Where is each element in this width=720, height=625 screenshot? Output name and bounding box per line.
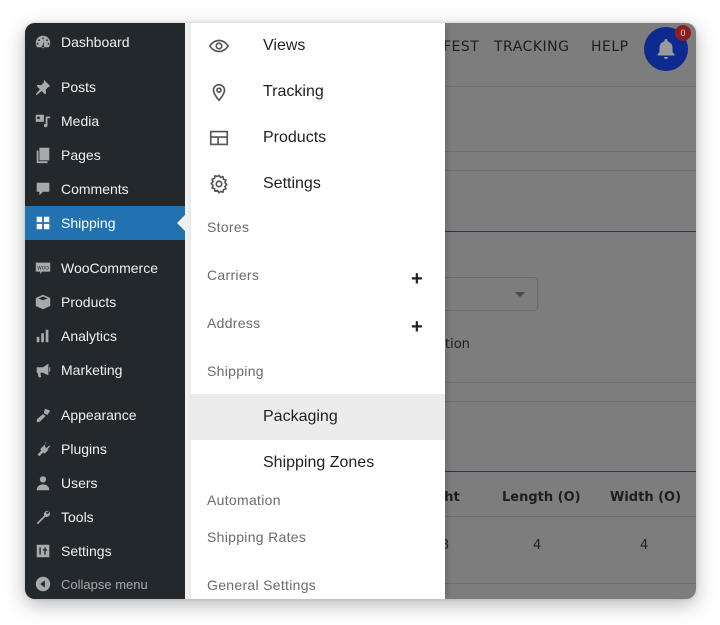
media-icon (33, 111, 53, 131)
notification-count-badge: 0 (675, 25, 691, 41)
woo-icon: WOO (33, 258, 53, 278)
subitem-packaging[interactable]: Packaging (191, 394, 445, 440)
sidebar-item-label: Dashboard (61, 34, 130, 50)
expand-address-plus-icon[interactable]: + (411, 316, 423, 339)
sidebar-item-comments[interactable]: Comments (25, 172, 185, 206)
megaphone-icon (33, 360, 53, 380)
sidebar-item-label: Pages (61, 147, 101, 163)
bell-icon (657, 39, 675, 59)
panel-item-settings[interactable]: Settings (191, 167, 445, 201)
panel-item-tracking[interactable]: Tracking (191, 75, 445, 109)
subitem-shipping-zones[interactable]: Shipping Zones (191, 440, 445, 486)
sidebar-item-media[interactable]: Media (25, 104, 185, 138)
section-shipping-rates[interactable]: Shipping Rates (207, 529, 306, 545)
option-label: tion (445, 337, 470, 352)
sidebar-item-analytics[interactable]: Analytics (25, 319, 185, 353)
sidebar-item-label: Shipping (61, 215, 116, 231)
sidebar-item-marketing[interactable]: Marketing (25, 353, 185, 387)
sidebar-item-woocommerce[interactable]: WOO WooCommerce (25, 251, 185, 285)
collapse-arrow-icon (33, 574, 53, 594)
sidebar-item-pages[interactable]: Pages (25, 138, 185, 172)
eye-icon (207, 34, 231, 58)
sidebar-item-label: Media (61, 113, 100, 129)
sidebar-item-label: Tools (61, 509, 94, 525)
sidebar-item-label: Products (61, 294, 117, 310)
location-pin-icon (207, 80, 231, 104)
column-header-width: Width (O) (610, 490, 682, 505)
panel-item-label: Views (263, 37, 306, 54)
sidebar-item-label: Marketing (61, 362, 123, 378)
sidebar-item-label: Comments (61, 181, 129, 197)
bar-chart-icon (33, 326, 53, 346)
collapse-menu-button[interactable]: Collapse menu (25, 567, 185, 599)
gear-icon (207, 172, 231, 196)
svg-text:WOO: WOO (37, 265, 49, 271)
user-icon (33, 473, 53, 493)
subitem-label: Packaging (263, 408, 338, 425)
section-stores[interactable]: Stores (207, 219, 249, 235)
column-header-length: Length (O) (502, 490, 581, 505)
collapse-menu-label: Collapse menu (61, 576, 148, 592)
sidebar-item-appearance[interactable]: Appearance (25, 398, 185, 432)
box-icon (33, 292, 53, 312)
panel-item-label: Tracking (263, 83, 324, 100)
section-automation[interactable]: Automation (207, 492, 281, 508)
sidebar-item-shipping[interactable]: Shipping (25, 206, 185, 240)
plug-icon (33, 439, 53, 459)
sliders-icon (33, 541, 53, 561)
panel-item-products[interactable]: Products (191, 121, 445, 155)
caret-down-icon (515, 292, 525, 297)
pages-icon (33, 145, 53, 165)
dashboard-icon (33, 32, 53, 52)
expand-carriers-plus-icon[interactable]: + (411, 268, 423, 291)
sidebar-item-plugins[interactable]: Plugins (25, 432, 185, 466)
sidebar-item-users[interactable]: Users (25, 466, 185, 500)
wrench-icon (33, 507, 53, 527)
nav-link-tracking[interactable]: TRACKING (494, 39, 569, 55)
sidebar-item-dashboard[interactable]: Dashboard (25, 25, 185, 59)
panel-item-views[interactable]: Views (191, 29, 445, 63)
sidebar-item-tools[interactable]: Tools (25, 500, 185, 534)
sidebar-item-label: Plugins (61, 441, 107, 457)
sidebar-item-products[interactable]: Products (25, 285, 185, 319)
table-cell-length: 4 (533, 538, 542, 553)
nav-link-help[interactable]: HELP (591, 39, 629, 55)
section-address[interactable]: Address (207, 315, 260, 331)
admin-sidebar: Dashboard Posts Media Pages Comments Shi… (25, 23, 185, 599)
sidebar-item-label: WooCommerce (61, 260, 158, 276)
sidebar-item-label: Posts (61, 79, 97, 95)
sidebar-item-label: Settings (61, 543, 112, 559)
brush-icon (33, 405, 53, 425)
sidebar-item-settings[interactable]: Settings (25, 534, 185, 568)
app-window: FEST TRACKING HELP 0 tion ght Length (O)… (25, 23, 696, 599)
sidebar-item-posts[interactable]: Posts (25, 70, 185, 104)
grid-icon (33, 213, 53, 233)
section-general-settings[interactable]: General Settings (207, 577, 316, 593)
panel-item-label: Settings (263, 175, 321, 192)
sidebar-item-label: Users (61, 475, 98, 491)
section-shipping[interactable]: Shipping (207, 363, 264, 379)
table-cell-width: 4 (640, 538, 649, 553)
sidebar-item-label: Analytics (61, 328, 118, 344)
section-carriers[interactable]: Carriers (207, 267, 259, 283)
comment-icon (33, 179, 53, 199)
shipping-nav-panel: Views Tracking Products Settings Stores … (191, 23, 445, 599)
subitem-label: Shipping Zones (263, 454, 375, 471)
pin-icon (33, 77, 53, 97)
layout-icon (207, 126, 231, 150)
panel-item-label: Products (263, 129, 327, 146)
nav-link-manifest[interactable]: FEST (443, 39, 479, 55)
sidebar-item-label: Appearance (61, 407, 137, 423)
